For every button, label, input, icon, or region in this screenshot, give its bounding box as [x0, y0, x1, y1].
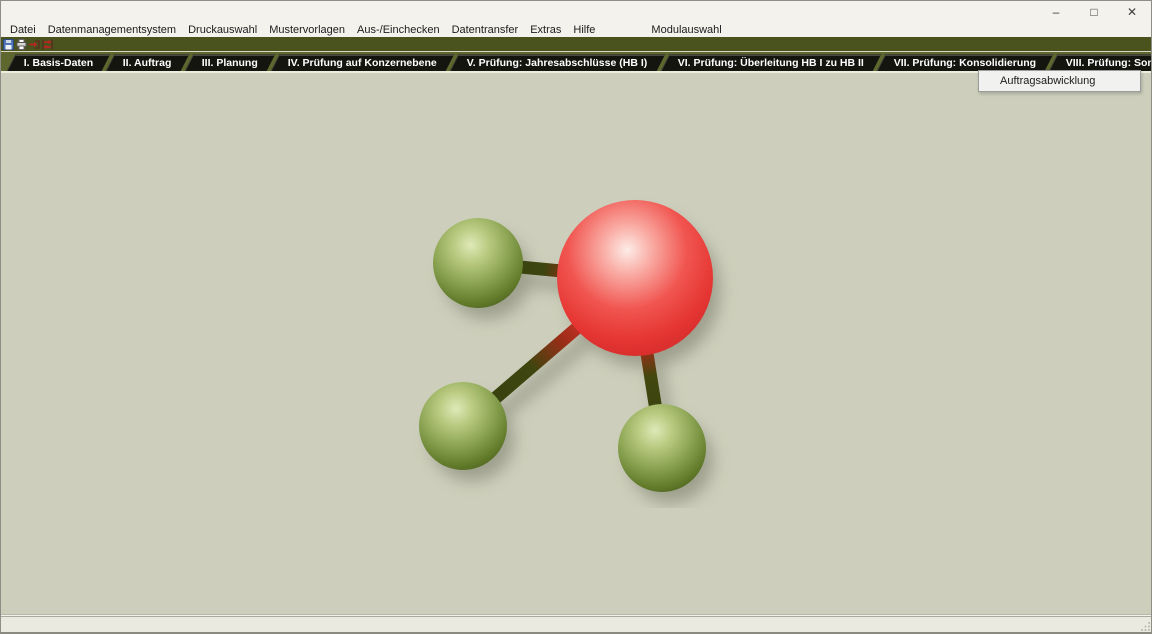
save-button[interactable]	[2, 38, 15, 50]
molecule-logo	[401, 168, 761, 508]
minimize-icon: –	[1053, 6, 1060, 18]
transfer-button[interactable]	[41, 38, 54, 50]
close-icon: ✕	[1127, 6, 1137, 18]
maximize-button[interactable]: □	[1075, 1, 1113, 23]
maximize-icon: □	[1090, 6, 1097, 18]
print-button[interactable]	[15, 38, 28, 50]
tab-dropdown-menu: Auftragsabwicklung	[978, 70, 1141, 92]
tab-basis-daten[interactable]: I. Basis-Daten	[7, 54, 111, 71]
tab-pruefung-sonstige[interactable]: VIII. Prüfung: Sonstige	[1049, 54, 1151, 71]
checkin-arrow-icon	[29, 39, 40, 50]
tab-pruefung-jahresabschluesse[interactable]: V. Prüfung: Jahresabschlüsse (HB I)	[450, 54, 665, 71]
tab-planung[interactable]: III. Planung	[185, 54, 276, 71]
menu-item-extras[interactable]: Extras	[524, 24, 567, 36]
menu-item-hilfe[interactable]: Hilfe	[567, 24, 601, 36]
tab-bar: I. Basis-Daten II. Auftrag III. Planung …	[1, 51, 1151, 71]
menu-bar: Datei Datenmanagementsystem Druckauswahl…	[1, 23, 1151, 37]
tab-auftrag[interactable]: II. Auftrag	[106, 54, 189, 71]
menu-item-auftragsabwicklung[interactable]: Auftragsabwicklung	[979, 71, 1140, 91]
menu-item-druckauswahl[interactable]: Druckauswahl	[182, 24, 263, 36]
app-window: – □ ✕ Datei Datenmanagementsystem Drucka…	[0, 0, 1152, 634]
menu-item-datentransfer[interactable]: Datentransfer	[446, 24, 525, 36]
tab-pruefung-konsolidierung[interactable]: VII. Prüfung: Konsolidierung	[876, 54, 1053, 71]
tab-pruefung-konzernebene[interactable]: IV. Prüfung auf Konzernebene	[271, 54, 455, 71]
print-icon	[16, 39, 27, 50]
menu-item-modulauswahl[interactable]: Modulauswahl	[645, 24, 727, 36]
transfer-arrows-icon	[42, 39, 53, 50]
menu-item-mustervorlagen[interactable]: Mustervorlagen	[263, 24, 351, 36]
resize-grip-icon[interactable]	[1139, 620, 1151, 632]
save-icon	[3, 39, 14, 50]
menu-item-aus-einchecken[interactable]: Aus-/Einchecken	[351, 24, 446, 36]
status-bar	[1, 616, 1151, 632]
minimize-button[interactable]: –	[1037, 1, 1075, 23]
close-button[interactable]: ✕	[1113, 1, 1151, 23]
toolbar	[1, 37, 1151, 51]
tab-pruefung-ueberleitung[interactable]: VI. Prüfung: Überleitung HB I zu HB II	[660, 54, 881, 71]
title-bar: – □ ✕	[1, 1, 1151, 23]
menu-item-datenmanagementsystem[interactable]: Datenmanagementsystem	[42, 24, 182, 36]
checkin-button[interactable]	[28, 38, 41, 50]
content-area	[1, 73, 1151, 614]
menu-item-datei[interactable]: Datei	[4, 24, 42, 36]
